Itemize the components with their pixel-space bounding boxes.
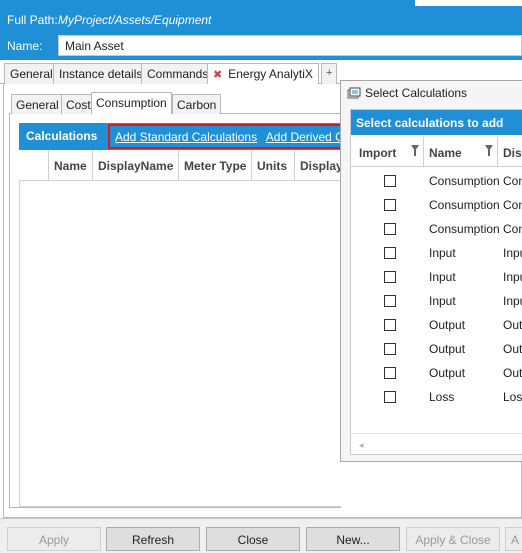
row-name: Input: [429, 246, 456, 260]
tab-carbon[interactable]: Carbon: [172, 94, 222, 114]
close-button[interactable]: Close: [206, 527, 300, 551]
tab-general[interactable]: General: [4, 63, 59, 84]
column-name[interactable]: Name: [424, 137, 498, 167]
import-checkbox[interactable]: [384, 319, 396, 331]
filter-icon[interactable]: [485, 145, 493, 156]
dialog-content: Select calculations to add Import Name D…: [350, 109, 522, 455]
column-display[interactable]: Display: [295, 150, 341, 180]
column-meter-type[interactable]: Meter Type: [179, 150, 252, 180]
column-import[interactable]: Import: [351, 137, 424, 167]
full-path-label: Full Path:: [7, 13, 58, 27]
dialog-grid-header: Import Name Display: [351, 137, 522, 167]
inner-tab-strip: General Cost Consumption Carbon: [9, 92, 339, 114]
import-checkbox[interactable]: [384, 271, 396, 283]
row-display: Loss: [503, 390, 522, 404]
row-display: Input: [503, 270, 522, 284]
row-display: Consumption: [503, 198, 522, 212]
tab-instance-details[interactable]: Instance details: [53, 63, 149, 84]
row-name: Loss: [429, 390, 455, 404]
import-checkbox[interactable]: [384, 295, 396, 307]
tab-inner-general[interactable]: General: [11, 94, 64, 114]
calculations-bar: Calculations Add Standard Calculations A…: [19, 123, 341, 150]
column-import-label: Import: [359, 146, 397, 160]
import-checkbox[interactable]: [384, 391, 396, 403]
header-notch: [415, 0, 522, 6]
import-checkbox[interactable]: [384, 343, 396, 355]
header-bar: Full Path: MyProject/Assets/Equipment Na…: [0, 0, 522, 60]
dialog-bar: Select calculations to add: [351, 110, 522, 135]
calculations-title: Calculations: [26, 129, 98, 143]
row-name: Input: [429, 294, 456, 308]
column-display[interactable]: Display: [498, 137, 522, 167]
calculation-row[interactable]: Output Output: [351, 361, 522, 385]
row-display: Consumption: [503, 174, 522, 188]
full-path-value: MyProject/Assets/Equipment: [58, 13, 212, 27]
row-display: Input: [503, 246, 522, 260]
calculation-row[interactable]: Input Input: [351, 289, 522, 313]
import-checkbox[interactable]: [384, 175, 396, 187]
calculations-grid-header: Name DisplayName Meter Type Units Displa…: [19, 150, 341, 181]
column-units[interactable]: Units: [252, 150, 295, 180]
scroll-left-icon[interactable]: ◂: [359, 440, 364, 451]
footer-bar: Apply Refresh Close New... Apply & Close…: [0, 518, 522, 553]
row-name: Output: [429, 342, 466, 356]
row-name: Output: [429, 318, 466, 332]
extra-button[interactable]: A: [505, 527, 522, 551]
row-display: Consumption: [503, 222, 522, 236]
dialog-title: Select Calculations: [347, 86, 467, 100]
close-tab-icon[interactable]: ✖: [213, 69, 222, 81]
add-tab-button[interactable]: +: [321, 63, 338, 84]
horizontal-scrollbar[interactable]: ◂: [351, 433, 522, 455]
refresh-button[interactable]: Refresh: [106, 527, 200, 551]
calculation-row[interactable]: Output Output: [351, 337, 522, 361]
tab-commands[interactable]: Commands: [141, 63, 215, 84]
calculation-row[interactable]: Consumption Consumption: [351, 193, 522, 217]
calculations-grid: [19, 150, 341, 507]
name-label: Name:: [7, 39, 43, 53]
column-selector: [19, 150, 49, 180]
apply-and-close-button[interactable]: Apply & Close: [406, 527, 500, 551]
row-name: Input: [429, 270, 456, 284]
add-derived-calculations-link[interactable]: Add Derived Calculations: [266, 130, 341, 144]
calculation-links-highlight: Add Standard Calculations Add Derived Ca…: [108, 124, 341, 149]
import-checkbox[interactable]: [384, 223, 396, 235]
row-display: Input: [503, 294, 522, 308]
calculation-row[interactable]: Consumption Consumption: [351, 169, 522, 193]
tab-energy-analytix-label: Energy AnalytiX: [228, 67, 313, 81]
import-checkbox[interactable]: [384, 199, 396, 211]
calculation-row[interactable]: Output Output: [351, 313, 522, 337]
new-button[interactable]: New...: [306, 527, 400, 551]
column-name[interactable]: Name: [49, 150, 93, 180]
column-name-label: Name: [429, 146, 462, 160]
column-displayname[interactable]: DisplayName: [93, 150, 179, 180]
tab-energy-analytix[interactable]: ✖ Energy AnalytiX: [207, 63, 319, 85]
calculation-row[interactable]: Loss Loss: [351, 385, 522, 409]
name-field[interactable]: Main Asset: [58, 35, 522, 56]
row-name: Consumption: [429, 198, 500, 212]
row-name: Output: [429, 366, 466, 380]
import-checkbox[interactable]: [384, 247, 396, 259]
calculator-icon: [347, 87, 361, 99]
row-name: Consumption: [429, 222, 500, 236]
apply-button[interactable]: Apply: [7, 527, 101, 551]
calculation-row[interactable]: Input Input: [351, 241, 522, 265]
dialog-title-text: Select Calculations: [365, 86, 468, 100]
calculation-row[interactable]: Consumption Consumption: [351, 217, 522, 241]
add-standard-calculations-link[interactable]: Add Standard Calculations: [115, 130, 257, 144]
import-checkbox[interactable]: [384, 367, 396, 379]
tab-consumption[interactable]: Consumption: [91, 92, 172, 114]
select-calculations-dialog: Select Calculations Select calculations …: [340, 80, 522, 462]
row-display: Output: [503, 342, 522, 356]
row-name: Consumption: [429, 174, 500, 188]
filter-icon[interactable]: [411, 145, 419, 156]
calculation-row[interactable]: Input Input: [351, 265, 522, 289]
row-display: Output: [503, 318, 522, 332]
row-display: Output: [503, 366, 522, 380]
